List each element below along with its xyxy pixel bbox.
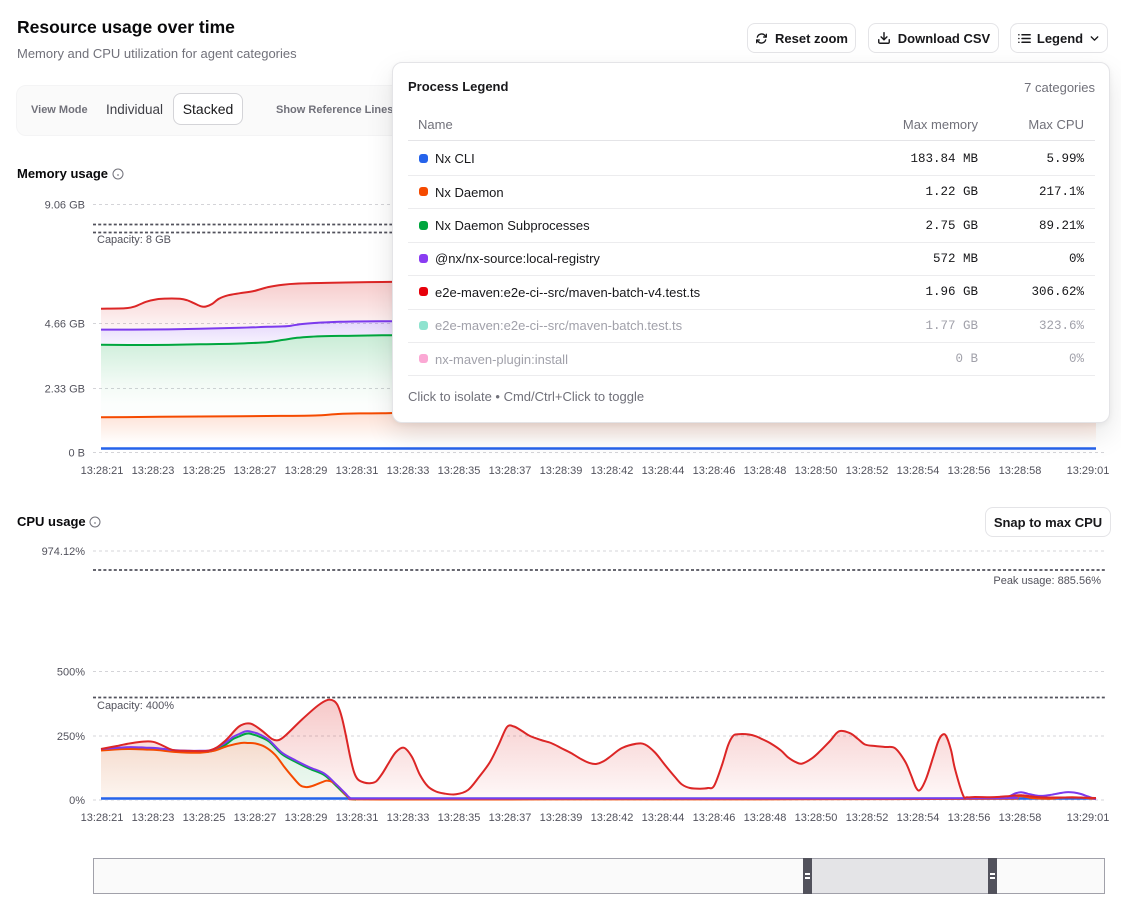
svg-text:13:28:37: 13:28:37: [489, 812, 532, 824]
svg-text:13:28:27: 13:28:27: [234, 465, 277, 477]
svg-text:13:28:58: 13:28:58: [999, 465, 1042, 477]
svg-text:13:28:35: 13:28:35: [438, 812, 481, 824]
svg-text:13:28:52: 13:28:52: [846, 465, 889, 477]
svg-text:13:28:21: 13:28:21: [81, 812, 124, 824]
svg-text:13:28:50: 13:28:50: [795, 465, 838, 477]
svg-text:500%: 500%: [57, 667, 85, 679]
svg-text:13:28:54: 13:28:54: [897, 812, 940, 824]
svg-text:13:28:33: 13:28:33: [387, 812, 430, 824]
svg-text:13:28:56: 13:28:56: [948, 812, 991, 824]
svg-text:9.06 GB: 9.06 GB: [45, 200, 85, 212]
svg-text:Capacity: 400%: Capacity: 400%: [97, 700, 174, 712]
svg-text:4.66 GB: 4.66 GB: [45, 319, 85, 331]
svg-text:Capacity: 8 GB: Capacity: 8 GB: [97, 234, 171, 246]
svg-text:13:28:46: 13:28:46: [693, 812, 736, 824]
svg-text:13:28:39: 13:28:39: [540, 465, 583, 477]
svg-text:13:28:48: 13:28:48: [744, 812, 787, 824]
svg-text:2.33 GB: 2.33 GB: [45, 384, 85, 396]
svg-text:250%: 250%: [57, 731, 85, 743]
svg-text:13:28:31: 13:28:31: [336, 465, 379, 477]
svg-text:13:28:44: 13:28:44: [642, 812, 685, 824]
svg-text:13:29:01: 13:29:01: [1067, 812, 1110, 824]
svg-text:13:28:56: 13:28:56: [948, 465, 991, 477]
svg-text:13:28:25: 13:28:25: [183, 465, 226, 477]
svg-text:13:28:50: 13:28:50: [795, 812, 838, 824]
svg-text:13:28:48: 13:28:48: [744, 465, 787, 477]
svg-text:13:28:25: 13:28:25: [183, 812, 226, 824]
svg-text:13:28:42: 13:28:42: [591, 812, 634, 824]
svg-text:13:28:23: 13:28:23: [132, 465, 175, 477]
svg-text:13:28:27: 13:28:27: [234, 812, 277, 824]
svg-text:0 B: 0 B: [68, 448, 85, 460]
svg-text:13:28:58: 13:28:58: [999, 812, 1042, 824]
svg-text:974.12%: 974.12%: [42, 546, 86, 558]
svg-text:13:28:54: 13:28:54: [897, 465, 940, 477]
svg-text:Peak usage: 885.56%: Peak usage: 885.56%: [993, 575, 1101, 587]
svg-text:13:28:35: 13:28:35: [438, 465, 481, 477]
svg-text:13:28:44: 13:28:44: [642, 465, 685, 477]
svg-text:13:28:33: 13:28:33: [387, 465, 430, 477]
svg-text:13:28:42: 13:28:42: [591, 465, 634, 477]
svg-text:13:28:29: 13:28:29: [285, 812, 328, 824]
svg-text:13:28:23: 13:28:23: [132, 812, 175, 824]
svg-text:13:28:39: 13:28:39: [540, 812, 583, 824]
svg-text:13:28:21: 13:28:21: [81, 465, 124, 477]
svg-text:13:29:01: 13:29:01: [1067, 465, 1110, 477]
svg-text:0%: 0%: [69, 795, 85, 807]
svg-text:13:28:37: 13:28:37: [489, 465, 532, 477]
svg-text:13:28:52: 13:28:52: [846, 812, 889, 824]
svg-text:13:28:46: 13:28:46: [693, 465, 736, 477]
svg-text:13:28:31: 13:28:31: [336, 812, 379, 824]
svg-text:13:28:29: 13:28:29: [285, 465, 328, 477]
